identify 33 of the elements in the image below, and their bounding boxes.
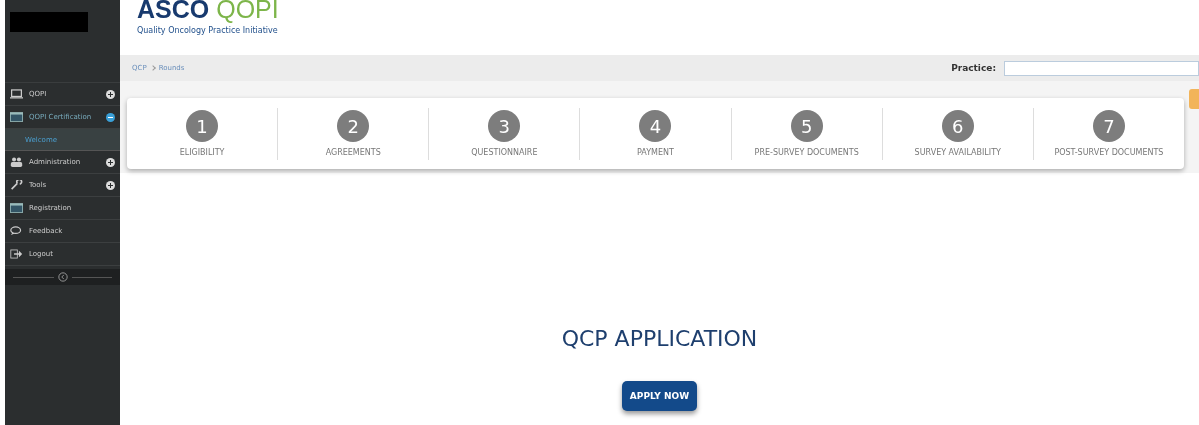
step-number[interactable]: 2 (337, 110, 370, 142)
step-number[interactable]: 5 (790, 110, 823, 142)
brand-name: ASCO (137, 0, 210, 23)
toggle-icon[interactable] (106, 89, 115, 99)
toggle-icon[interactable] (106, 157, 115, 167)
step-number[interactable]: 7 (1092, 110, 1125, 142)
step-number[interactable]: 6 (941, 110, 974, 142)
toggle-icon[interactable] (106, 180, 115, 190)
step-number[interactable]: 1 (186, 110, 219, 142)
practice-field[interactable] (1004, 60, 1199, 76)
apply-button[interactable]: APPLY NOW (621, 381, 698, 411)
step-label: ELIGIBILITY (179, 148, 225, 157)
step-label: QUESTIONNAIRE (471, 148, 538, 157)
step-label: POST-SURVEY DOCUMENTS (1054, 148, 1164, 157)
product-name: QOPI (216, 0, 279, 23)
step-label: AGREEMENTS (325, 148, 381, 157)
menu-item-icon (10, 157, 23, 167)
step-number[interactable]: 3 (488, 110, 521, 142)
step-number[interactable]: 4 (639, 110, 672, 142)
page-heading: QCP APPLICATION (561, 326, 758, 351)
collapse-icon[interactable] (57, 272, 68, 282)
step-label: PAYMENT (637, 148, 674, 157)
menu-item-icon (10, 226, 23, 236)
practice-label: Practice: (951, 63, 996, 73)
step-label: SURVEY AVAILABILITY (914, 148, 1001, 157)
menu-item-icon (10, 112, 23, 122)
menu-item-icon (10, 180, 23, 190)
tagline: Quality Oncology Practice Initiative (137, 26, 279, 35)
menu-item-icon (10, 203, 23, 213)
menu-item-icon (10, 89, 23, 99)
menu-item-icon (10, 249, 23, 259)
step-label: PRE-SURVEY DOCUMENTS (754, 148, 859, 157)
toggle-icon[interactable] (106, 112, 115, 122)
